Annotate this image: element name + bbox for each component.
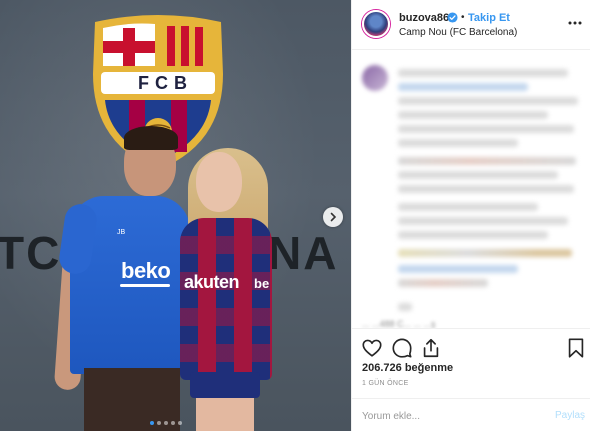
blurred-line: [398, 171, 558, 179]
username-link[interactable]: buzova86: [399, 12, 449, 24]
commenter-avatar: [362, 65, 388, 91]
jersey-sponsor-rakuten: akuten: [184, 272, 240, 292]
follow-button[interactable]: Takip Et: [468, 12, 510, 24]
bookmark-icon[interactable]: [565, 337, 587, 359]
location-link[interactable]: Camp Nou (FC Barcelona): [399, 27, 517, 38]
blurred-line: [398, 303, 412, 311]
comments-section-blurred: ... ...488 C... ... ...ş: [352, 51, 590, 328]
person-2-face: [196, 152, 242, 212]
carousel-next-button[interactable]: [323, 207, 343, 227]
person-2-shorts: [190, 372, 260, 398]
blurred-line: [398, 185, 574, 193]
wall-lettering-right: NA: [268, 227, 339, 279]
blurred-line: [398, 265, 518, 273]
verified-badge-icon: [447, 12, 458, 23]
carousel-dot: [157, 421, 161, 425]
heart-icon[interactable]: [361, 337, 383, 359]
person-1-hair: [124, 126, 178, 150]
chevron-right-icon: [330, 212, 337, 222]
blurred-line: [398, 111, 548, 119]
avatar[interactable]: [362, 10, 390, 38]
blurred-line: [398, 157, 576, 165]
add-comment-bar: Paylaş: [352, 398, 590, 431]
post-comment-button[interactable]: Paylaş: [555, 410, 585, 421]
blurred-line: [398, 83, 528, 91]
jersey-sponsor-beko: beko: [121, 258, 171, 283]
blurred-line: [398, 279, 488, 287]
jersey-sponsor-underline: [120, 284, 170, 287]
jersey-initials: JB: [117, 229, 126, 236]
more-options-icon[interactable]: [568, 16, 582, 30]
comment-input[interactable]: [362, 407, 542, 425]
comment-icon[interactable]: [391, 337, 413, 359]
blurred-line: [398, 203, 538, 211]
person-2-jersey: [180, 218, 272, 380]
jersey-sponsor-sleeve: be: [254, 276, 270, 291]
blurred-line: [398, 69, 568, 77]
separator-bullet: •: [461, 12, 465, 23]
blurred-line: [398, 249, 572, 257]
carousel-dot: [150, 421, 154, 425]
share-icon[interactable]: [420, 337, 442, 359]
blurred-line: [398, 139, 518, 147]
crest-lettering: FCB: [138, 73, 193, 93]
blurred-line: [398, 97, 578, 105]
partial-comment-text: ... ...488 C... ... ...ş: [362, 319, 436, 328]
post-header: buzova86 • Takip Et Camp Nou (FC Barcelo…: [352, 0, 590, 50]
post-photo[interactable]: TCE NA FCB JB beko akuten be: [0, 0, 351, 431]
carousel-indicator: [150, 421, 182, 425]
post-side-panel: buzova86 • Takip Et Camp Nou (FC Barcelo…: [351, 0, 590, 431]
blurred-line: [398, 125, 574, 133]
blurred-line: [398, 231, 548, 239]
post-timestamp[interactable]: 1 GÜN ÖNCE: [362, 380, 409, 387]
blurred-line: [398, 217, 568, 225]
carousel-dot: [164, 421, 168, 425]
carousel-dot: [178, 421, 182, 425]
like-count[interactable]: 206.726 beğenme: [362, 362, 453, 374]
carousel-dot: [171, 421, 175, 425]
